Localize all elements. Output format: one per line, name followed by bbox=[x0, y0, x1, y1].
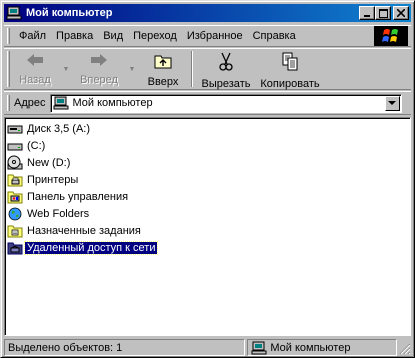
my-computer-icon bbox=[251, 341, 267, 355]
menubar-grip[interactable] bbox=[7, 28, 10, 44]
up-folder-icon bbox=[153, 52, 173, 73]
cd-drive-icon bbox=[7, 155, 23, 171]
window-controls bbox=[359, 6, 409, 20]
address-dropdown-button[interactable] bbox=[384, 95, 400, 111]
forward-button[interactable]: Вперед bbox=[72, 49, 126, 89]
list-item-drive-d[interactable]: New (D:) bbox=[7, 154, 157, 171]
menu-file[interactable]: Файл bbox=[14, 30, 51, 42]
copy-icon bbox=[280, 52, 300, 75]
menu-favorites[interactable]: Избранное bbox=[182, 30, 248, 42]
status-selection-text: Выделено объектов: 1 bbox=[8, 341, 123, 354]
address-value: Мой компьютер bbox=[72, 97, 153, 109]
menu-help[interactable]: Справка bbox=[248, 30, 301, 42]
file-list-view[interactable]: Диск 3,5 (A:) (C:) New (D:) Принтеры Пан… bbox=[4, 117, 411, 336]
forward-label: Вперед bbox=[80, 74, 118, 86]
up-button[interactable]: Вверх bbox=[138, 49, 188, 89]
my-computer-icon bbox=[53, 96, 69, 110]
cut-button[interactable]: Вырезать bbox=[196, 49, 256, 90]
forward-dropdown-icon[interactable]: ▼ bbox=[126, 49, 138, 89]
list-item-floppy[interactable]: Диск 3,5 (A:) bbox=[7, 120, 157, 137]
menu-go[interactable]: Переход bbox=[128, 30, 182, 42]
status-location: Мой компьютер bbox=[247, 339, 397, 356]
item-label: Панель управления bbox=[27, 190, 129, 203]
file-list: Диск 3,5 (A:) (C:) New (D:) Принтеры Пан… bbox=[7, 120, 159, 256]
close-button[interactable] bbox=[393, 6, 409, 20]
back-arrow-icon bbox=[25, 52, 45, 71]
cut-label: Вырезать bbox=[201, 78, 251, 90]
floppy-drive-icon bbox=[7, 121, 23, 137]
item-label: Диск 3,5 (A:) bbox=[27, 122, 91, 135]
copy-label: Копировать bbox=[260, 78, 320, 90]
printers-folder-icon bbox=[7, 172, 23, 188]
list-item-drive-c[interactable]: (C:) bbox=[7, 137, 157, 154]
copy-button[interactable]: Копировать bbox=[256, 49, 324, 90]
control-panel-icon bbox=[7, 189, 23, 205]
item-label: Назначенные задания bbox=[27, 224, 141, 237]
menu-view[interactable]: Вид bbox=[98, 30, 128, 42]
address-bar: Адрес Мой компьютер bbox=[4, 91, 411, 115]
resize-grip-icon[interactable] bbox=[399, 343, 411, 355]
forward-arrow-icon bbox=[89, 52, 109, 71]
list-item-web-folders[interactable]: Web Folders bbox=[7, 205, 157, 222]
list-item-dialup-networking[interactable]: Удаленный доступ к сети bbox=[7, 239, 159, 256]
status-bar: Выделено объектов: 1 Мой компьютер bbox=[4, 339, 411, 356]
list-item-scheduled-tasks[interactable]: Назначенные задания bbox=[7, 222, 157, 239]
title-bar[interactable]: Мой компьютер bbox=[4, 4, 411, 22]
my-computer-icon bbox=[6, 6, 22, 20]
window-title: Мой компьютер bbox=[26, 7, 113, 19]
item-label: Web Folders bbox=[27, 207, 90, 220]
address-label: Адрес bbox=[14, 97, 46, 109]
scheduled-tasks-icon bbox=[7, 223, 23, 239]
addressbar-grip[interactable] bbox=[7, 95, 10, 111]
scissors-icon bbox=[216, 52, 236, 75]
item-label: New (D:) bbox=[27, 156, 71, 169]
menu-bar: Файл Правка Вид Переход Избранное Справк… bbox=[4, 25, 411, 47]
item-label: Принтеры bbox=[27, 173, 79, 186]
up-label: Вверх bbox=[147, 76, 179, 88]
explorer-window: Мой компьютер Файл Правка Вид Переход Из… bbox=[0, 0, 415, 358]
menu-edit[interactable]: Правка bbox=[51, 30, 98, 42]
web-folders-icon bbox=[7, 206, 23, 222]
item-label: Удаленный доступ к сети bbox=[23, 240, 159, 255]
list-item-printers[interactable]: Принтеры bbox=[7, 171, 157, 188]
hard-drive-icon bbox=[7, 138, 23, 154]
status-location-text: Мой компьютер bbox=[270, 341, 351, 354]
address-input[interactable]: Мой компьютер bbox=[49, 93, 402, 113]
dialup-networking-icon bbox=[7, 240, 23, 256]
item-label: (C:) bbox=[27, 139, 46, 152]
maximize-button[interactable] bbox=[375, 6, 391, 20]
back-label: Назад bbox=[19, 74, 51, 86]
toolbar-separator bbox=[191, 51, 193, 87]
list-item-control-panel[interactable]: Панель управления bbox=[7, 188, 157, 205]
minimize-button[interactable] bbox=[359, 6, 375, 20]
status-selection-count: Выделено объектов: 1 bbox=[4, 339, 246, 356]
back-button[interactable]: Назад bbox=[10, 49, 60, 89]
standard-toolbar: Назад ▼ Вперед ▼ Вверх Вырезать Копирова… bbox=[4, 48, 411, 90]
back-dropdown-icon[interactable]: ▼ bbox=[60, 49, 72, 89]
windows-logo-icon bbox=[374, 26, 408, 46]
